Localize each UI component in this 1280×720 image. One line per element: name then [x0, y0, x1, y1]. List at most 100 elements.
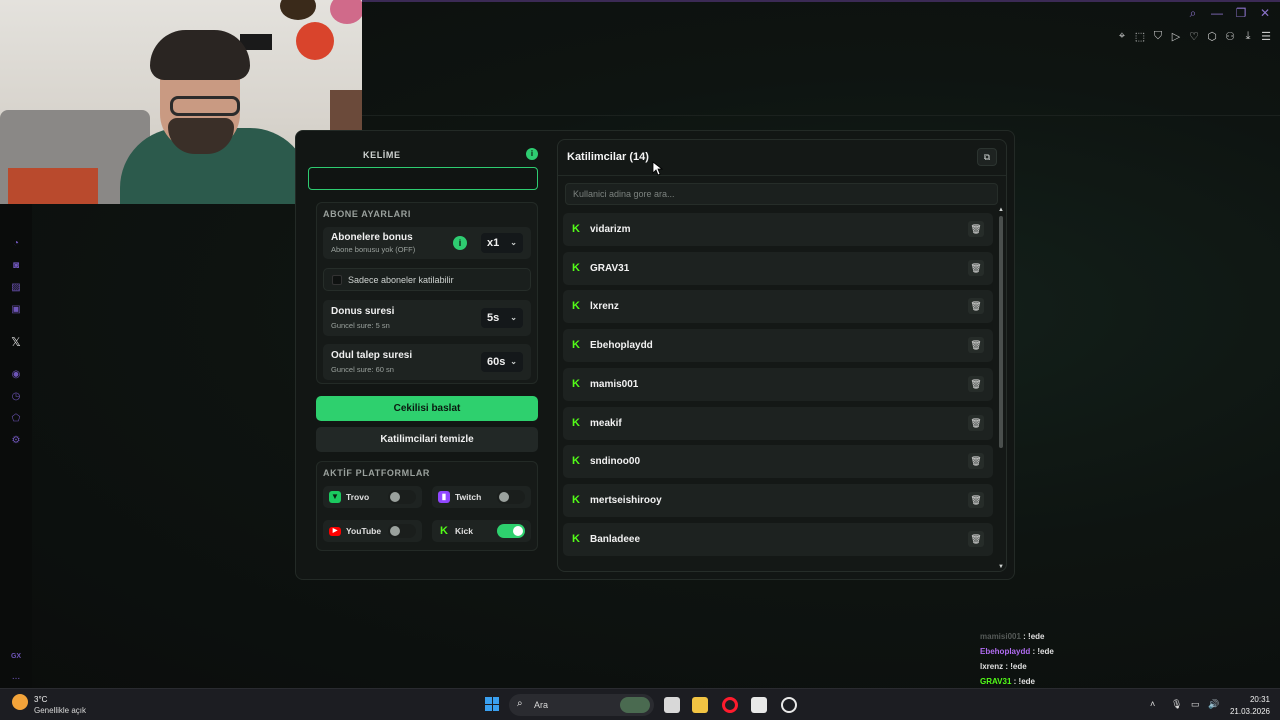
- list-item[interactable]: K Banladeee 🗑: [563, 522, 993, 556]
- app-icon[interactable]: [781, 697, 797, 713]
- microphone-icon[interactable]: 🎙: [1171, 699, 1182, 710]
- volume-icon[interactable]: 🔊: [1208, 699, 1219, 710]
- participant-name: Banladeee: [590, 533, 641, 545]
- windows-start-icon[interactable]: [485, 697, 499, 711]
- trash-icon[interactable]: 🗑: [968, 491, 984, 508]
- opera-gx-icon[interactable]: [722, 697, 738, 713]
- weather-temp: 3°C: [34, 695, 48, 704]
- messenger-icon[interactable]: ▣: [10, 304, 22, 316]
- trovo-toggle[interactable]: [388, 490, 416, 504]
- clock-icon[interactable]: ◷: [10, 391, 22, 403]
- snapshot-icon[interactable]: ⬚: [1134, 30, 1146, 43]
- twitch-toggle[interactable]: [497, 490, 525, 504]
- youtube-icon: ▶: [329, 527, 341, 536]
- taskbar-search-label: Ara: [534, 700, 549, 710]
- copy-icon[interactable]: ⧉: [977, 148, 997, 166]
- kick-toggle[interactable]: [497, 524, 525, 538]
- clock-date[interactable]: 21.03.2026: [1226, 707, 1270, 716]
- list-item[interactable]: Ksndinoo00 🗑: [563, 445, 993, 479]
- subs-only-checkbox[interactable]: [332, 275, 342, 285]
- claim-duration-select[interactable]: 60s ⌄: [481, 352, 523, 372]
- list-item[interactable]: Kmeakif 🗑: [563, 406, 993, 440]
- bonus-info-icon[interactable]: i: [453, 236, 467, 250]
- platform-chip-trovo: ▼ Trovo: [323, 486, 422, 508]
- x-twitter-icon[interactable]: 𝕏: [10, 336, 22, 348]
- keyword-input[interactable]: [308, 167, 538, 190]
- participant-list: Kvidarizm 🗑 K GRAV31 🗑 Klxrenz 🗑 K Ebehoplaydd 🗑 K…: [563, 213, 993, 571]
- settings-icon[interactable]: ⚙: [10, 435, 22, 447]
- store-icon[interactable]: [751, 697, 767, 713]
- list-item[interactable]: Kvidarizm 🗑: [563, 213, 993, 246]
- list-item[interactable]: Klxrenz 🗑: [563, 290, 993, 324]
- claim-duration-row: Odul talep suresi Guncel sure: 60 sn 60s…: [323, 344, 531, 380]
- trash-icon[interactable]: 🗑: [968, 414, 984, 431]
- claim-duration-value: 60s: [487, 356, 506, 368]
- chat-line: mamisi001 : !ede: [980, 632, 1045, 641]
- keyword-info-icon[interactable]: i: [526, 148, 538, 160]
- trash-icon[interactable]: 🗑: [968, 530, 984, 547]
- trash-icon[interactable]: 🗑: [968, 221, 984, 237]
- subs-only-label: Sadece aboneler katilabilir: [348, 275, 454, 285]
- search-icon[interactable]: ⌕: [1186, 6, 1200, 21]
- profile-icon[interactable]: ⚇: [1224, 30, 1236, 43]
- task-view-icon[interactable]: [664, 697, 680, 713]
- minimize-icon[interactable]: —: [1210, 6, 1224, 21]
- bonus-multiplier-select[interactable]: x1 ⌄: [481, 233, 523, 253]
- chat-username: lxrenz: [980, 662, 1004, 671]
- chat-username: GRAV31: [980, 677, 1012, 686]
- trash-icon[interactable]: 🗑: [968, 259, 984, 276]
- trash-icon[interactable]: 🗑: [968, 298, 984, 315]
- play-icon[interactable]: ▷: [1170, 30, 1182, 43]
- window-controls: ⌕ — ❐ ✕: [1186, 6, 1272, 21]
- weather-desc: Genellikle açık: [34, 706, 87, 715]
- trash-icon[interactable]: 🗑: [968, 375, 984, 392]
- bonus-duration-select[interactable]: 5s ⌄: [481, 308, 523, 328]
- clear-participants-button[interactable]: Katilimcilari temizle: [316, 427, 538, 452]
- chat-line: Ebehoplaydd : !ede: [980, 647, 1054, 656]
- subs-only-row[interactable]: Sadece aboneler katilabilir: [323, 268, 531, 291]
- list-item[interactable]: Kmamis001 🗑: [563, 367, 993, 401]
- pin-icon[interactable]: ⌖: [1116, 30, 1128, 43]
- streamer-hair: [150, 30, 250, 80]
- start-giveaway-button[interactable]: Cekilisi baslat: [316, 396, 538, 421]
- weather-icon[interactable]: [12, 694, 28, 710]
- shield-icon[interactable]: ⛉: [1152, 30, 1164, 43]
- subscriber-settings-section: ABONE AYARLARI Abonelere bonus Abone bon…: [316, 202, 538, 384]
- scroll-down-icon[interactable]: ▼: [998, 564, 1004, 570]
- close-icon[interactable]: ✕: [1258, 6, 1272, 21]
- active-platforms-title: AKTİF PLATFORMLAR: [323, 468, 431, 478]
- taskbar-search[interactable]: ⌕ Ara: [509, 694, 654, 716]
- browser-top-accent: [362, 0, 1280, 2]
- bag-icon[interactable]: ◙: [10, 260, 22, 272]
- participant-scrollbar[interactable]: ▲ ▼: [998, 207, 1004, 570]
- file-explorer-icon[interactable]: [692, 697, 708, 713]
- menu-icon[interactable]: ☰: [1260, 30, 1272, 43]
- monitor-icon[interactable]: ▭: [1191, 699, 1200, 710]
- search-highlight-icon: [620, 697, 650, 713]
- history-icon[interactable]: ◔: [10, 238, 22, 250]
- download-icon[interactable]: ⤓: [1242, 30, 1254, 43]
- player-icon[interactable]: ◉: [10, 369, 22, 381]
- browser-toolbar-icons: ⌖ ⬚ ⛉ ▷ ♡ ⬡ ⚇ ⤓ ☰: [1116, 30, 1272, 43]
- cube-icon[interactable]: ⬠: [10, 413, 22, 425]
- image-icon[interactable]: ▨: [10, 282, 22, 294]
- trash-icon[interactable]: 🗑: [968, 453, 984, 470]
- gx-icon[interactable]: GX: [10, 651, 22, 663]
- clock-time[interactable]: 20:31: [1240, 695, 1270, 704]
- restore-icon[interactable]: ❐: [1234, 6, 1248, 21]
- participant-search-input[interactable]: [565, 183, 998, 205]
- extensions-icon[interactable]: ⬡: [1206, 30, 1218, 43]
- kick-icon: K: [572, 223, 580, 235]
- scrollbar-thumb[interactable]: [999, 216, 1003, 448]
- list-item[interactable]: K Ebehoplaydd 🗑: [563, 329, 993, 363]
- more-icon[interactable]: ...: [10, 671, 22, 683]
- list-item[interactable]: Kmertseishirooy 🗑: [563, 483, 993, 517]
- list-item[interactable]: K GRAV31 🗑: [563, 251, 993, 285]
- active-platforms-section: AKTİF PLATFORMLAR ▼ Trovo ▮ Twitch ▶ You…: [316, 461, 538, 551]
- trash-icon[interactable]: 🗑: [968, 337, 984, 354]
- youtube-toggle[interactable]: [388, 524, 416, 538]
- tray-chevron-up-icon[interactable]: ˄: [1150, 699, 1155, 709]
- panel-divider: [558, 175, 1006, 176]
- scroll-up-icon[interactable]: ▲: [998, 207, 1004, 213]
- heart-icon[interactable]: ♡: [1188, 30, 1200, 43]
